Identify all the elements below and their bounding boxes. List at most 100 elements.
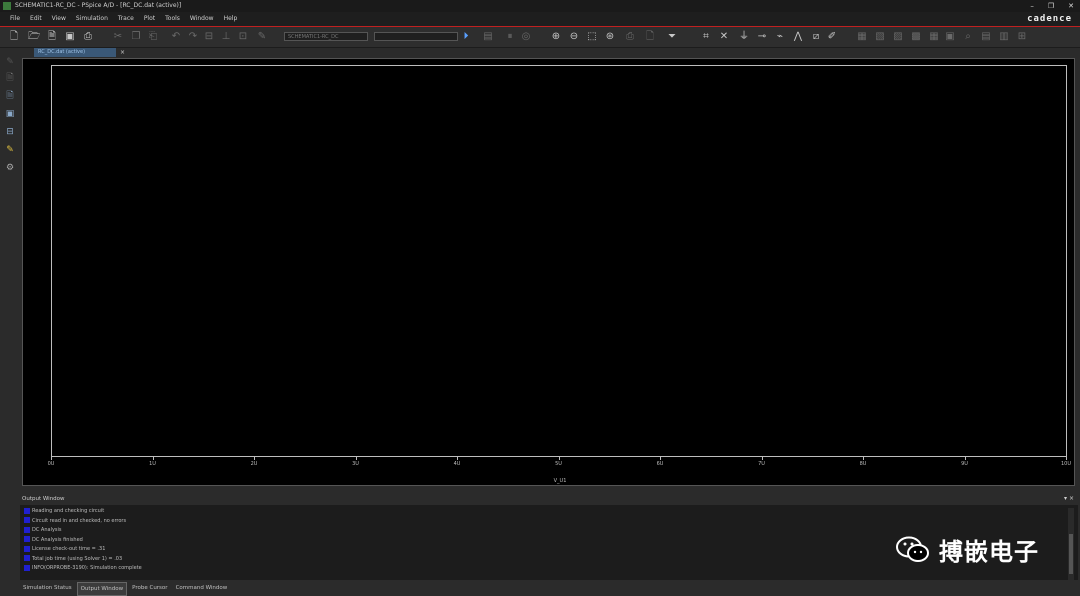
edit-icon[interactable]: ✎ <box>256 30 268 43</box>
tab-probe-cursor[interactable]: Probe Cursor <box>129 582 170 596</box>
place-wire-icon[interactable]: ⊥ <box>220 30 232 43</box>
minimize-button[interactable]: – <box>1030 0 1034 12</box>
x-tick <box>51 457 52 460</box>
document-active-icon[interactable]: 🗎 <box>4 90 16 102</box>
redo-icon[interactable]: ↷ <box>187 30 199 43</box>
x-tick <box>355 457 357 460</box>
close-window-button[interactable]: ✕ <box>1068 0 1074 12</box>
fourier-icon[interactable]: ⏚ <box>738 30 750 43</box>
menu-window[interactable]: Window <box>190 12 214 26</box>
pointer-icon[interactable]: ✎ <box>4 56 16 68</box>
menu-help[interactable]: Help <box>224 12 238 26</box>
plot-area[interactable] <box>51 65 1067 457</box>
output-line-text: DC Analysis <box>32 527 62 533</box>
camera-icon[interactable]: ⌕ <box>962 30 974 43</box>
window-layout-8-icon[interactable]: ▥ <box>998 30 1010 43</box>
toggle-cursor-icon[interactable]: ⊸ <box>756 30 768 43</box>
message-marker-icon <box>24 517 30 523</box>
x-tick <box>254 457 255 460</box>
tab-output-window[interactable]: Output Window <box>76 582 128 596</box>
place-net-icon[interactable]: ⊡ <box>237 30 249 43</box>
zoom-area-icon[interactable]: ⬚ <box>586 30 598 43</box>
menu-trace[interactable]: Trace <box>118 12 134 26</box>
window-layout-6-icon[interactable]: ▣ <box>944 30 956 43</box>
x-tick-label: 3U <box>352 461 359 467</box>
menu-view[interactable]: View <box>52 12 66 26</box>
filter-icon[interactable]: ⏷ <box>666 30 678 43</box>
output-line: DC Analysis <box>24 526 62 535</box>
x-tick <box>152 457 154 460</box>
cursor-trough-icon[interactable]: ⋀ <box>792 30 804 43</box>
add-trace-icon[interactable]: ⌗ <box>700 30 712 43</box>
more-tools-icon[interactable]: ⊞ <box>1016 30 1028 43</box>
new-plot-icon[interactable]: 🗋 <box>644 30 656 43</box>
x-tick <box>457 457 458 460</box>
delete-trace-icon[interactable]: ✕ <box>718 30 730 43</box>
restore-button[interactable]: ❐ <box>1048 0 1054 12</box>
x-tick <box>558 457 560 460</box>
plot-icon[interactable]: ▣ <box>4 108 16 120</box>
watermark-text: 搏嵌电子 <box>939 538 1039 566</box>
copy-icon[interactable]: ❐ <box>130 30 142 43</box>
menu-bar: File Edit View Simulation Trace Plot Too… <box>0 12 1080 27</box>
x-tick <box>964 457 966 460</box>
menu-simulation[interactable]: Simulation <box>76 12 108 26</box>
x-tick-label: 10U <box>1060 461 1072 467</box>
window-layout-3-icon[interactable]: ▨ <box>892 30 904 43</box>
tab-simulation-status[interactable]: Simulation Status <box>20 582 75 596</box>
print-plot-icon[interactable]: ⎙ <box>624 30 636 43</box>
menu-plot[interactable]: Plot <box>144 12 155 26</box>
run-simulation-icon[interactable]: ⏵ <box>460 30 472 43</box>
zoom-fit-icon[interactable]: ⊛ <box>604 30 616 43</box>
settings-gear-icon[interactable]: ⚙ <box>4 162 16 174</box>
cursor-slope-icon[interactable]: ⧄ <box>810 30 822 43</box>
document-tab[interactable]: RC_DC.dat (active) <box>34 48 116 57</box>
window-layout-2-icon[interactable]: ▧ <box>874 30 886 43</box>
edit-profile-icon[interactable]: ✎ <box>4 144 16 156</box>
cut-icon[interactable]: ✂ <box>112 30 124 43</box>
profile-combo[interactable]: SCHEMATIC1-RC_DC <box>284 32 368 41</box>
watermark: 搏嵌电子 <box>895 532 1039 567</box>
wechat-icon <box>896 536 929 562</box>
bottom-tab-bar: Simulation Status Output Window Probe Cu… <box>20 582 232 596</box>
save-icon[interactable]: ▣ <box>64 30 76 43</box>
new-file-icon[interactable]: 🗋 <box>8 30 20 43</box>
window-layout-4-icon[interactable]: ▩ <box>910 30 922 43</box>
trace-combo[interactable] <box>374 32 458 41</box>
window-layout-1-icon[interactable]: ▦ <box>856 30 868 43</box>
stop-icon[interactable]: ◎ <box>520 30 532 43</box>
mark-label-icon[interactable]: ✐ <box>826 30 838 43</box>
output-scrollbar[interactable] <box>1068 508 1074 580</box>
place-part-icon[interactable]: ⊟ <box>203 30 215 43</box>
zoom-out-icon[interactable]: ⊖ <box>568 30 580 43</box>
output-window-controls[interactable]: ▾ × <box>1064 494 1074 504</box>
monitor-icon[interactable]: ⊟ <box>4 126 16 138</box>
close-tab-icon[interactable]: × <box>120 48 125 57</box>
pspice-app-icon <box>3 2 11 10</box>
message-marker-icon <box>24 564 30 571</box>
menu-file[interactable]: File <box>10 12 20 26</box>
menu-edit[interactable]: Edit <box>30 12 42 26</box>
zoom-in-icon[interactable]: ⊕ <box>550 30 562 43</box>
print-icon[interactable]: ⎙ <box>82 30 94 43</box>
x-tick-label: 5U <box>555 461 562 467</box>
scrollbar-thumb[interactable] <box>1069 534 1073 574</box>
document-icon[interactable]: 🗎 <box>4 72 16 84</box>
x-tick <box>863 457 864 460</box>
menu-tools[interactable]: Tools <box>165 12 180 26</box>
undo-icon[interactable]: ↶ <box>170 30 182 43</box>
cursor-peak-icon[interactable]: ⌁ <box>774 30 786 43</box>
window-layout-5-icon[interactable]: ▦ <box>928 30 940 43</box>
main-toolbar: 🗋 🗁 🗎 ▣ ⎙ ✂ ❐ ⎗ ↶ ↷ ⊟ ⊥ ⊡ ✎ SCHEMATIC1-R… <box>0 27 1080 48</box>
paste-icon[interactable]: ⎗ <box>147 30 159 43</box>
output-line: Reading and checking circuit <box>24 507 104 516</box>
output-line: INFO(ORPROBE-3190): Simulation complete <box>24 564 142 573</box>
open-folder-icon[interactable]: 🗁 <box>28 30 40 43</box>
save-data-icon[interactable]: ▤ <box>482 30 494 43</box>
output-window-header: Output Window ▾ × <box>20 494 1078 504</box>
open-file-icon[interactable]: 🗎 <box>46 30 58 43</box>
tab-command-window[interactable]: Command Window <box>173 582 231 596</box>
pause-icon[interactable]: ⏸ <box>504 30 516 43</box>
output-line: Total job time (using Solver 1) = .03 <box>24 555 122 564</box>
window-layout-7-icon[interactable]: ▤ <box>980 30 992 43</box>
